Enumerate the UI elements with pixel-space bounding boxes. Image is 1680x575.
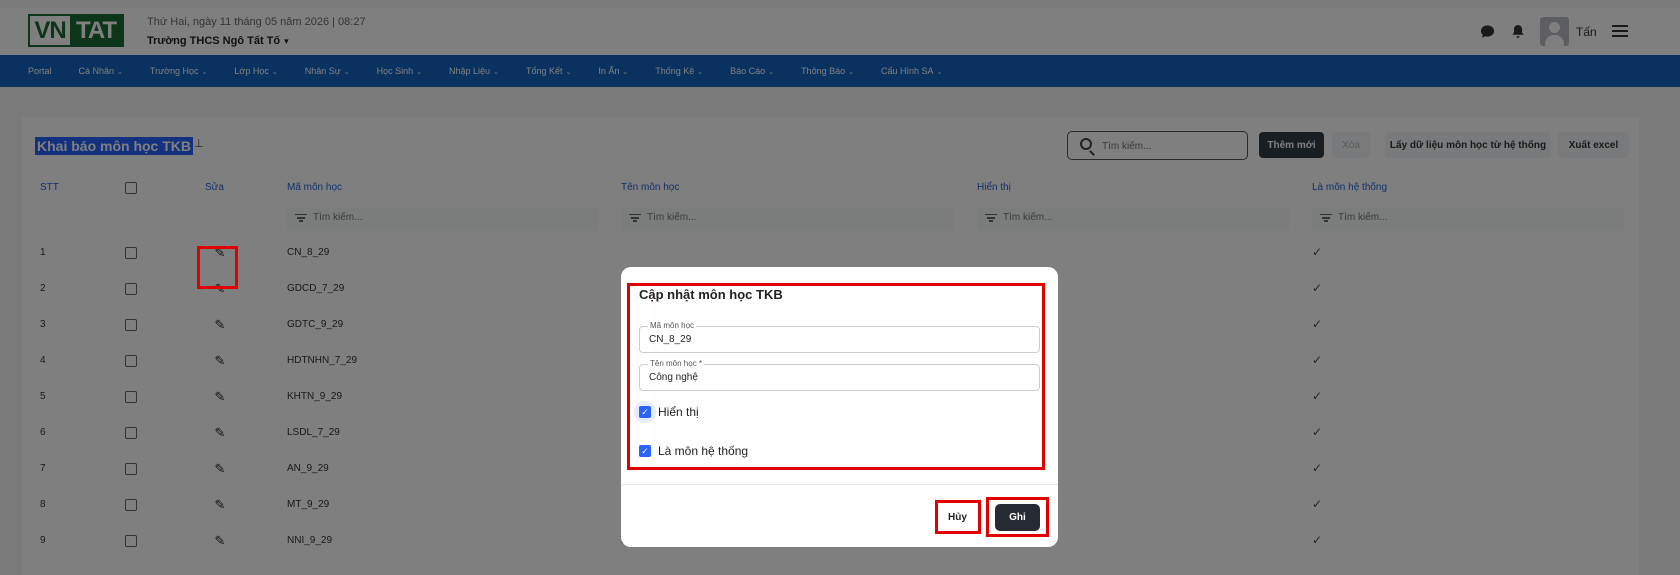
highlight-save-button	[986, 497, 1049, 537]
highlight-cancel-button	[935, 500, 981, 534]
highlight-edit-button	[197, 246, 238, 289]
app-root: VN TAT Thứ Hai, ngày 11 tháng 05 năm 202…	[0, 0, 1680, 575]
dialog-divider	[621, 484, 1058, 485]
highlight-form-fields	[627, 283, 1045, 470]
